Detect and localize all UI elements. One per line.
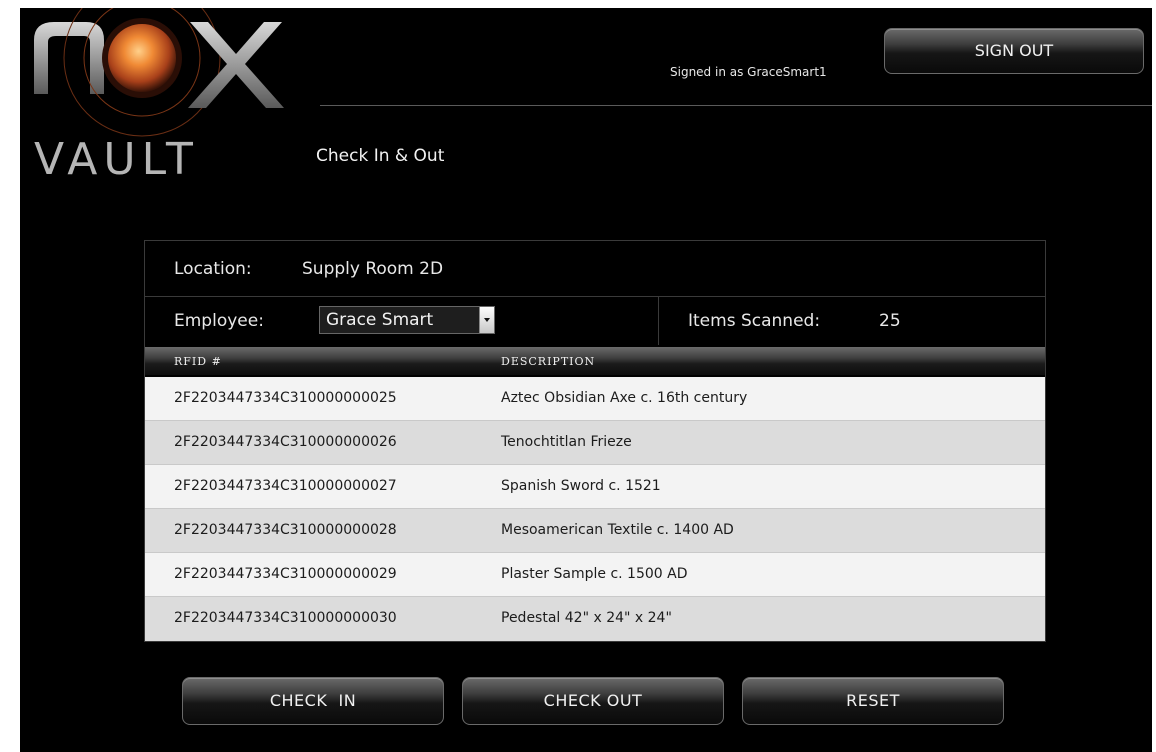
table-row[interactable]: 2F2203447334C310000000030 Pedestal 42" x…	[145, 597, 1045, 641]
rfid-cell: 2F2203447334C310000000025	[174, 390, 397, 406]
description-cell: Mesoamerican Textile c. 1400 AD	[501, 522, 734, 538]
description-cell: Spanish Sword c. 1521	[501, 478, 661, 494]
signed-in-status: Signed in as GraceSmart1	[670, 65, 827, 79]
row-divider	[658, 297, 659, 345]
column-header-rfid: RFID #	[174, 355, 222, 368]
items-scanned-count: 25	[879, 311, 901, 331]
rfid-cell: 2F2203447334C310000000030	[174, 610, 397, 626]
description-cell: Tenochtitlan Frieze	[501, 434, 632, 450]
reset-button[interactable]: RESET	[742, 677, 1004, 725]
table-row[interactable]: 2F2203447334C310000000027 Spanish Sword …	[145, 465, 1045, 509]
description-cell: Plaster Sample c. 1500 AD	[501, 566, 688, 582]
items-scanned-label: Items Scanned:	[688, 311, 821, 331]
employee-select-value: Grace Smart	[326, 310, 434, 330]
sign-out-button[interactable]: SIGN OUT	[884, 28, 1144, 74]
table-row[interactable]: 2F2203447334C310000000025 Aztec Obsidian…	[145, 377, 1045, 421]
rfid-cell: 2F2203447334C310000000029	[174, 566, 397, 582]
rfid-cell: 2F2203447334C310000000027	[174, 478, 397, 494]
page-title: Check In & Out	[316, 146, 445, 166]
vault-wordmark: VAULT	[34, 134, 199, 185]
table-row[interactable]: 2F2203447334C310000000026 Tenochtitlan F…	[145, 421, 1045, 465]
employee-row: Employee: Grace Smart Items Scanned: 25	[145, 297, 1045, 345]
location-row: Location: Supply Room 2D	[145, 241, 1045, 297]
employee-select[interactable]: Grace Smart	[319, 306, 495, 334]
table-row[interactable]: 2F2203447334C310000000028 Mesoamerican T…	[145, 509, 1045, 553]
description-cell: Pedestal 42" x 24" x 24"	[501, 610, 672, 626]
check-out-button[interactable]: CHECK OUT	[462, 677, 724, 725]
nox-vault-logo: VAULT	[34, 8, 284, 185]
location-value: Supply Room 2D	[302, 259, 444, 279]
check-panel: Location: Supply Room 2D Employee: Grace…	[144, 240, 1046, 642]
check-in-button[interactable]: CHECK IN	[182, 677, 444, 725]
table-row[interactable]: 2F2203447334C310000000029 Plaster Sample…	[145, 553, 1045, 597]
location-label: Location:	[174, 259, 252, 279]
column-header-description: DESCRIPTION	[501, 355, 596, 368]
items-table-body: 2F2203447334C310000000025 Aztec Obsidian…	[145, 377, 1045, 641]
rfid-cell: 2F2203447334C310000000028	[174, 522, 397, 538]
header-divider	[320, 105, 1152, 106]
table-header: RFID # DESCRIPTION	[145, 347, 1045, 375]
chevron-down-icon[interactable]	[479, 307, 494, 333]
description-cell: Aztec Obsidian Axe c. 16th century	[501, 390, 748, 406]
employee-label: Employee:	[174, 311, 264, 331]
rfid-cell: 2F2203447334C310000000026	[174, 434, 397, 450]
app-window: VAULT Signed in as GraceSmart1 SIGN OUT …	[20, 8, 1152, 752]
